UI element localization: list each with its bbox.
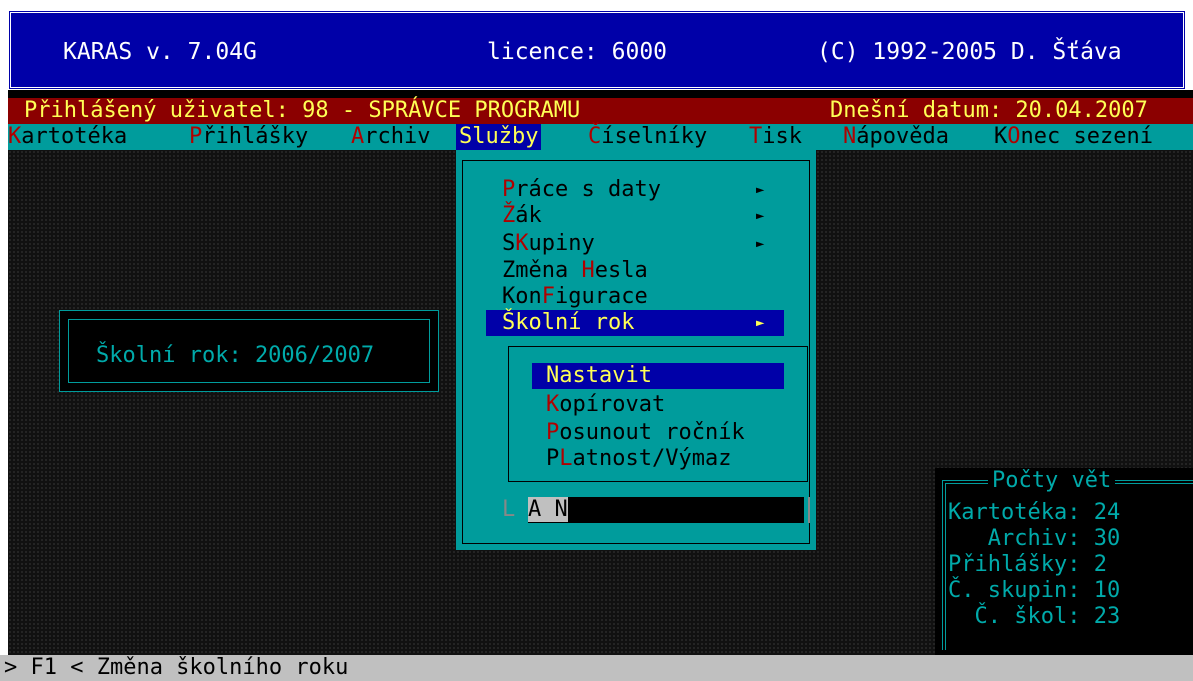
status-text: > F1 < Změna školního roku	[4, 655, 349, 680]
sub-posunout-rocnik[interactable]: Posunout ročník	[546, 420, 745, 446]
count-skupin: Č. skupin: 10	[948, 578, 1121, 603]
dd-zmena-hesla[interactable]: Změna Hesla	[502, 258, 648, 284]
dd-skupiny[interactable]: SKupiny	[502, 231, 595, 257]
lan-value: A N	[528, 497, 568, 522]
submenu-arrow-icon: ►	[756, 208, 765, 224]
licence-label: licence: 6000	[487, 39, 668, 65]
menu-konec[interactable]: KOnec sezení	[991, 124, 1156, 150]
dd-prace-s-daty[interactable]: Práce s daty	[502, 177, 661, 203]
school-year-label: Školní rok: 2006/2007	[96, 343, 375, 368]
sub-nastavit[interactable]: Nastavit	[546, 363, 652, 389]
separator	[8, 90, 1193, 98]
school-year-box: Školní rok: 2006/2007	[59, 310, 439, 392]
menu-ciselniky[interactable]: Číselníky	[585, 124, 710, 150]
current-date: Dnešní datum: 20.04.2007	[830, 98, 1148, 123]
menu-tisk[interactable]: Tisk	[746, 124, 805, 150]
copyright-label: (C) 1992-2005 D. Šťáva	[817, 39, 1122, 65]
sub-platnost-vymaz[interactable]: PLatnost/Výmaz	[546, 446, 731, 472]
lan-field-edge	[808, 497, 810, 523]
title-bar: KARAS v. 7.04G licence: 6000 (C) 1992-20…	[8, 10, 1186, 90]
sub-kopirovat[interactable]: Kopírovat	[546, 392, 665, 418]
count-archiv: Archiv: 30	[948, 526, 1121, 551]
menu-sluzby[interactable]: Služby	[456, 124, 542, 150]
menu-archiv[interactable]: Archiv	[348, 124, 433, 150]
menu-napoveda[interactable]: Nápověda	[840, 124, 952, 150]
dd-skolni-rok[interactable]: Školní rok	[502, 310, 634, 336]
counts-title: Počty vět	[988, 468, 1116, 494]
dd-zak[interactable]: Žák	[502, 203, 542, 229]
submenu-arrow-icon: ►	[756, 315, 765, 331]
dd-konfigurace[interactable]: KonFigurace	[502, 284, 648, 310]
count-skol: Č. škol: 23	[948, 604, 1121, 629]
menu-kartoteka[interactable]: Kartotéka	[5, 124, 130, 150]
count-kartoteka: Kartotéka: 24	[948, 500, 1121, 525]
count-prihlasky: Přihlášky: 2	[948, 552, 1107, 577]
logged-user: Přihlášený uživatel: 98 - SPRÁVCE PROGRA…	[24, 98, 581, 123]
menu-bar: Kartotéka Přihlášky Archiv Služby Číseln…	[8, 124, 1193, 150]
menu-prihlasky[interactable]: Přihlášky	[186, 124, 311, 150]
submenu-arrow-icon: ►	[756, 182, 765, 198]
status-line: > F1 < Změna školního roku	[0, 655, 1193, 681]
submenu-arrow-icon: ►	[756, 236, 765, 252]
lan-label: L	[502, 497, 516, 522]
lan-field[interactable]: A N	[528, 497, 804, 523]
app-name: KARAS v. 7.04G	[63, 39, 257, 65]
user-bar: Přihlášený uživatel: 98 - SPRÁVCE PROGRA…	[8, 98, 1193, 124]
